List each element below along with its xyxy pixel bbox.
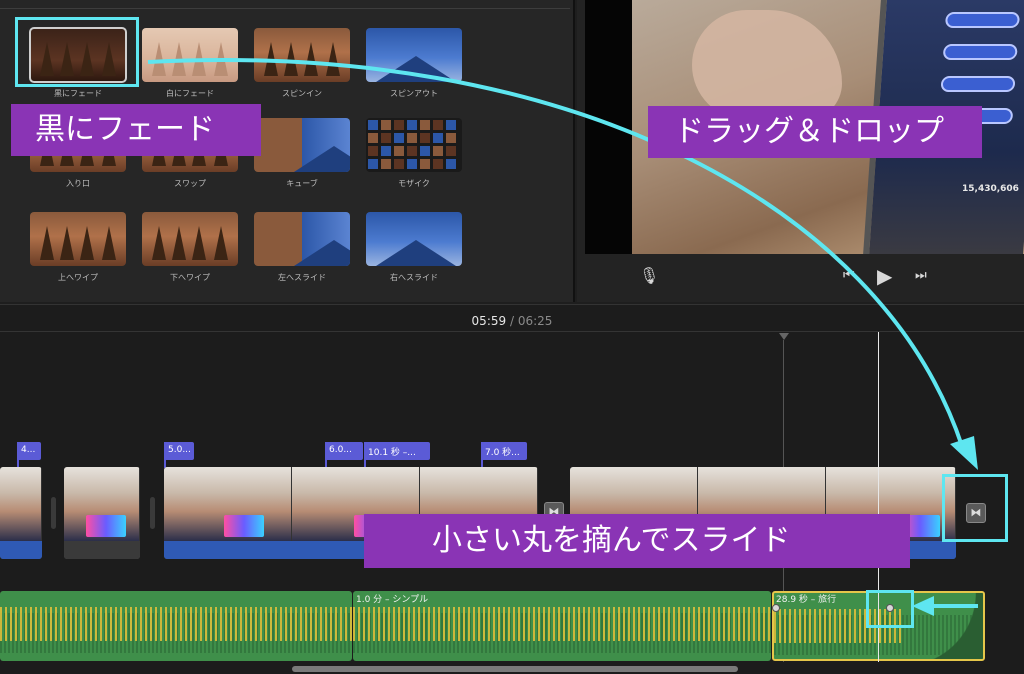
knob-arrow-head bbox=[912, 596, 934, 616]
highlight-fade-knob bbox=[866, 590, 914, 628]
highlight-transition-slot bbox=[942, 474, 1008, 542]
drag-arrow-head bbox=[950, 436, 978, 470]
annotation-fade-to-black: 黒にフェード bbox=[11, 104, 261, 156]
annotation-arrows bbox=[147, 57, 978, 616]
highlight-fade-tile bbox=[15, 17, 139, 87]
annotation-slide-knob: 小さい丸を摘んでスライド bbox=[364, 514, 910, 568]
annotation-drag-drop: ドラッグ＆ドロップ bbox=[648, 106, 982, 158]
